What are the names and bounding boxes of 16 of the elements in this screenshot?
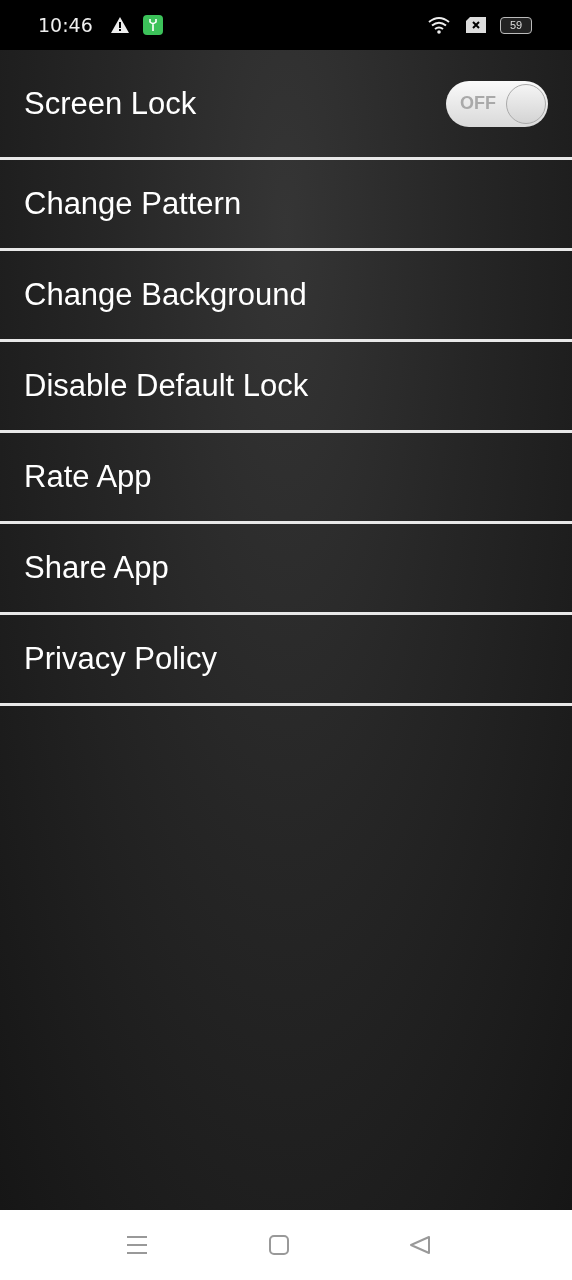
battery-indicator: 59 bbox=[500, 16, 532, 34]
wifi-icon bbox=[428, 16, 452, 34]
menu-item[interactable]: Rate App bbox=[24, 459, 548, 495]
back-icon[interactable] bbox=[410, 1235, 430, 1255]
clock-time: 10:46 bbox=[38, 14, 93, 36]
app-notification-icon bbox=[142, 15, 163, 35]
menu-item[interactable]: Privacy Policy bbox=[24, 641, 548, 677]
menu-icon[interactable] bbox=[126, 1235, 148, 1255]
menu-item[interactable]: Change Background bbox=[24, 277, 548, 313]
no-sim-icon bbox=[466, 17, 486, 33]
setting-label: Screen Lock bbox=[24, 85, 198, 122]
warning-icon bbox=[110, 17, 129, 33]
home-icon[interactable] bbox=[269, 1235, 289, 1255]
menu-item[interactable]: Disable Default Lock bbox=[24, 368, 548, 404]
menu-item[interactable]: Change Pattern bbox=[24, 186, 548, 222]
menu-item[interactable]: Share App bbox=[24, 550, 548, 586]
